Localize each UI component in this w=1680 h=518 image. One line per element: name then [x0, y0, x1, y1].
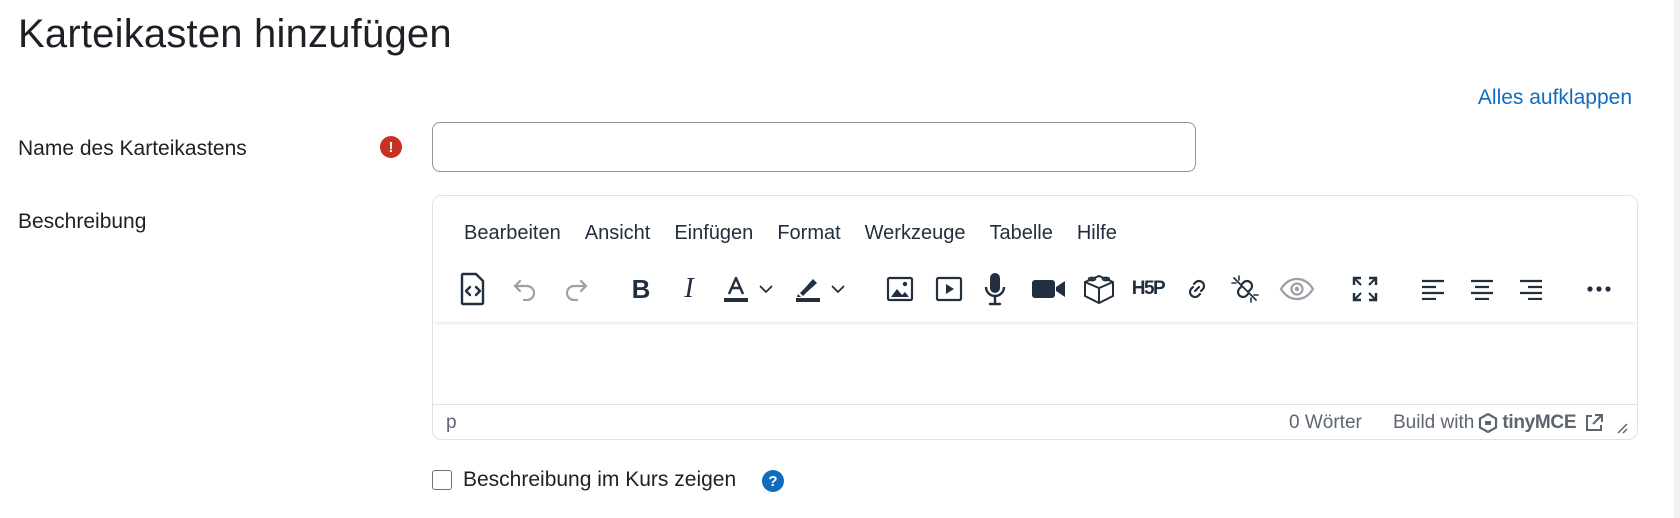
external-link-icon	[1586, 414, 1604, 431]
exclamation-icon: !	[380, 136, 402, 158]
editor-toolbar: B I H5P	[433, 266, 1637, 312]
record-audio-icon[interactable]	[975, 266, 1015, 312]
help-icon[interactable]: ?	[762, 470, 784, 492]
menu-view[interactable]: Ansicht	[573, 218, 663, 248]
highlight-color-icon[interactable]	[791, 266, 825, 312]
align-left-icon[interactable]	[1413, 266, 1453, 312]
editor-header: Bearbeiten Ansicht Einfügen Format Werkz…	[433, 196, 1637, 322]
record-video-icon[interactable]	[1025, 266, 1073, 312]
italic-icon[interactable]: I	[669, 266, 709, 312]
editor-content-area[interactable]	[433, 322, 1637, 400]
tinymce-brand: tinyMCE	[1502, 412, 1577, 433]
highlight-chevron-down-icon[interactable]	[827, 266, 849, 312]
content-bank-icon[interactable]	[1077, 266, 1121, 312]
more-icon[interactable]	[1577, 266, 1621, 312]
build-with-text: Build with	[1393, 412, 1475, 433]
editor-menubar: Bearbeiten Ansicht Einfügen Format Werkz…	[452, 218, 1129, 248]
menu-edit[interactable]: Bearbeiten	[452, 218, 573, 248]
menu-tools[interactable]: Werkzeuge	[853, 218, 978, 248]
show-description-checkbox[interactable]	[432, 470, 452, 490]
text-color-chevron-down-icon[interactable]	[755, 266, 777, 312]
page-title: Karteikasten hinzufügen	[18, 12, 452, 56]
element-path[interactable]: p	[446, 412, 457, 434]
menu-help[interactable]: Hilfe	[1065, 218, 1129, 248]
show-description-label: Beschreibung im Kurs zeigen	[463, 468, 737, 491]
h5p-label: H5P	[1131, 278, 1166, 299]
name-input[interactable]	[432, 122, 1196, 172]
undo-icon[interactable]	[503, 266, 547, 312]
word-count[interactable]: 0 Wörter	[1289, 412, 1362, 434]
menu-table[interactable]: Tabelle	[977, 218, 1064, 248]
image-icon[interactable]	[880, 266, 920, 312]
unlink-icon[interactable]	[1225, 266, 1265, 312]
redo-icon[interactable]	[554, 266, 598, 312]
fullscreen-icon[interactable]	[1345, 266, 1385, 312]
align-right-icon[interactable]	[1511, 266, 1551, 312]
menu-format[interactable]: Format	[765, 218, 852, 248]
tinymce-logo-icon	[1479, 413, 1498, 433]
tinymce-branding[interactable]: Build with tinyMCE	[1393, 412, 1628, 434]
h5p-icon[interactable]: H5P	[1125, 266, 1171, 312]
show-description-row: Beschreibung im Kurs zeigen	[432, 468, 736, 492]
resize-handle-icon[interactable]	[1614, 420, 1628, 434]
rich-text-editor: Bearbeiten Ansicht Einfügen Format Werkz…	[432, 195, 1638, 440]
editor-statusbar: p 0 Wörter Build with tinyMCE	[433, 404, 1637, 439]
scroll-edge	[1674, 0, 1680, 518]
align-center-icon[interactable]	[1462, 266, 1502, 312]
link-icon[interactable]	[1177, 266, 1217, 312]
description-label: Beschreibung	[18, 210, 147, 233]
bold-icon[interactable]: B	[619, 266, 663, 312]
expand-all-link[interactable]: Alles aufklappen	[1478, 86, 1632, 110]
source-code-icon[interactable]	[453, 266, 493, 312]
name-field-label: Name des Karteikastens	[18, 137, 247, 160]
accessibility-checker-icon[interactable]	[1273, 266, 1321, 312]
media-icon[interactable]	[929, 266, 969, 312]
menu-insert[interactable]: Einfügen	[662, 218, 765, 248]
text-color-icon[interactable]	[719, 266, 753, 312]
